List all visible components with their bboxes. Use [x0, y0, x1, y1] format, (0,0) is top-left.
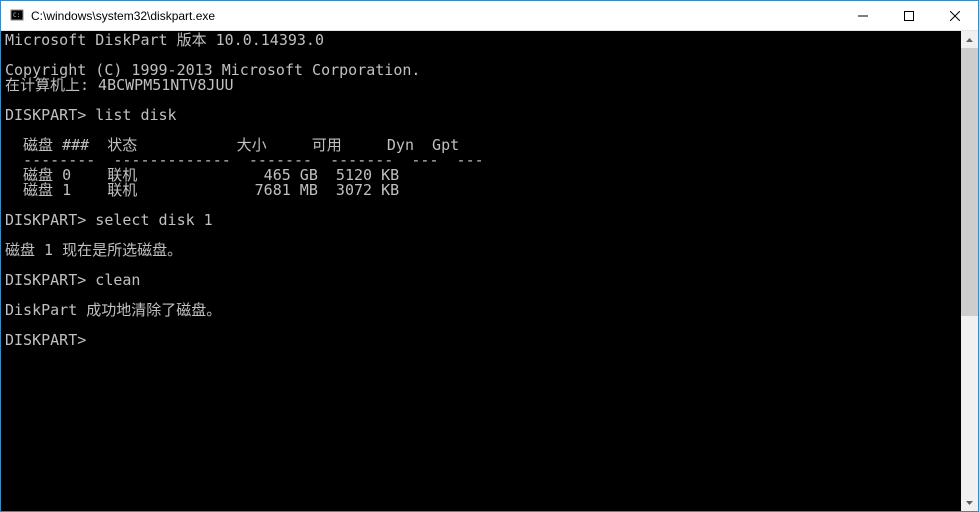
scrollbar-up-button[interactable]	[961, 31, 978, 48]
close-button[interactable]	[932, 1, 978, 30]
console-prompt: DISKPART>	[5, 331, 95, 349]
titlebar-controls	[840, 1, 978, 30]
titlebar[interactable]: C: C:\windows\system32\diskpart.exe	[1, 1, 978, 31]
scrollbar-thumb[interactable]	[961, 48, 978, 316]
minimize-button[interactable]	[840, 1, 886, 30]
console-line: 在计算机上: 4BCWPM51NTV8JUU	[5, 76, 234, 94]
console-line: Microsoft DiskPart 版本 10.0.14393.0	[5, 31, 324, 49]
vertical-scrollbar[interactable]	[961, 31, 978, 511]
console-line: DiskPart 成功地清除了磁盘。	[5, 301, 221, 319]
window: C: C:\windows\system32\diskpart.exe Micr…	[0, 0, 979, 512]
console-prompt: DISKPART> list disk	[5, 106, 177, 124]
scrollbar-track[interactable]	[961, 48, 978, 494]
svg-text:C:: C:	[13, 12, 20, 19]
console-prompt: DISKPART> clean	[5, 271, 140, 289]
scrollbar-down-button[interactable]	[961, 494, 978, 511]
console-line: 磁盘 1 现在是所选磁盘。	[5, 241, 182, 259]
console-output[interactable]: Microsoft DiskPart 版本 10.0.14393.0 Copyr…	[1, 31, 961, 511]
console-prompt: DISKPART> select disk 1	[5, 211, 213, 229]
console-line: 磁盘 1 联机 7681 MB 3072 KB	[5, 181, 399, 199]
console-area: Microsoft DiskPart 版本 10.0.14393.0 Copyr…	[1, 31, 978, 511]
maximize-button[interactable]	[886, 1, 932, 30]
app-icon: C:	[9, 8, 25, 24]
window-title: C:\windows\system32\diskpart.exe	[31, 9, 840, 23]
